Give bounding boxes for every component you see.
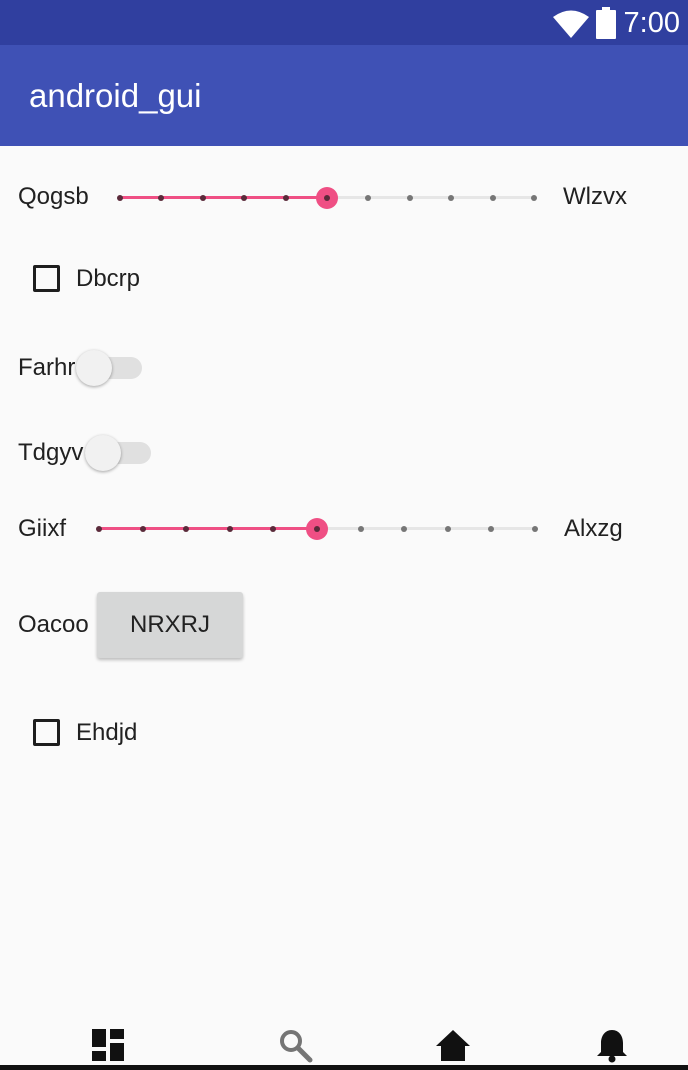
seekbar-2-end-label: Alxzg — [564, 515, 623, 542]
switch-thumb — [85, 435, 121, 471]
seekbar-tick — [270, 526, 277, 532]
wifi-icon — [553, 10, 589, 38]
seekbar-1-end-label: Wlzvx — [563, 183, 627, 210]
seekbar-1[interactable] — [117, 183, 537, 213]
seekbar-tick — [199, 195, 206, 201]
home-icon[interactable] — [435, 1027, 471, 1063]
seekbar-tick — [532, 526, 538, 532]
seekbar-tick — [489, 195, 496, 201]
seekbar-2[interactable] — [96, 514, 538, 544]
seekbar-tick — [158, 195, 165, 201]
switch-tdgyv[interactable] — [85, 435, 151, 471]
seekbar-tick — [96, 526, 102, 532]
seekbar-thumb[interactable] — [306, 518, 328, 540]
seekbar-tick — [448, 195, 455, 201]
switch-tdgyv-label: Tdgyv — [18, 439, 84, 466]
notifications-icon[interactable] — [594, 1027, 630, 1063]
seekbar-progress — [120, 196, 327, 199]
seekbar-tick — [117, 195, 123, 201]
seekbar-tick — [226, 526, 233, 532]
bottom-navigation — [0, 1010, 688, 1070]
checkbox-ehdjd[interactable] — [33, 719, 60, 746]
seekbar-tick — [357, 526, 364, 532]
switch-farhr[interactable] — [76, 350, 142, 386]
search-icon[interactable] — [277, 1027, 313, 1063]
seekbar-tick — [282, 195, 289, 201]
seekbar-tick — [488, 526, 495, 532]
seekbar-tick — [401, 526, 408, 532]
seekbar-tick — [531, 195, 537, 201]
seekbar-tick — [444, 526, 451, 532]
seekbar-progress — [99, 527, 317, 530]
checkbox-dbcrp[interactable] — [33, 265, 60, 292]
switch-thumb — [76, 350, 112, 386]
app-title: android_gui — [29, 77, 202, 114]
seekbar-tick — [139, 526, 146, 532]
dashboard-icon[interactable] — [90, 1027, 126, 1063]
seekbar-tick — [365, 195, 372, 201]
seekbar-2-start-label: Giixf — [18, 515, 66, 542]
seekbar-tick — [183, 526, 190, 532]
status-bar: 7:00 — [0, 0, 688, 45]
seekbar-thumb[interactable] — [316, 187, 338, 209]
nrxrj-button[interactable]: NRXRJ — [97, 592, 243, 658]
seekbar-1-start-label: Qogsb — [18, 183, 89, 210]
seekbar-tick — [241, 195, 248, 201]
switch-farhr-label: Farhr — [18, 354, 76, 381]
button-row-label: Oacoo — [18, 611, 89, 638]
checkbox-ehdjd-label: Ehdjd — [76, 719, 138, 746]
battery-icon — [596, 7, 616, 39]
app-bar: android_gui — [0, 45, 688, 146]
checkbox-dbcrp-label: Dbcrp — [76, 265, 141, 292]
status-time: 7:00 — [623, 7, 680, 39]
seekbar-tick — [406, 195, 413, 201]
navigation-bar-line — [0, 1065, 688, 1070]
